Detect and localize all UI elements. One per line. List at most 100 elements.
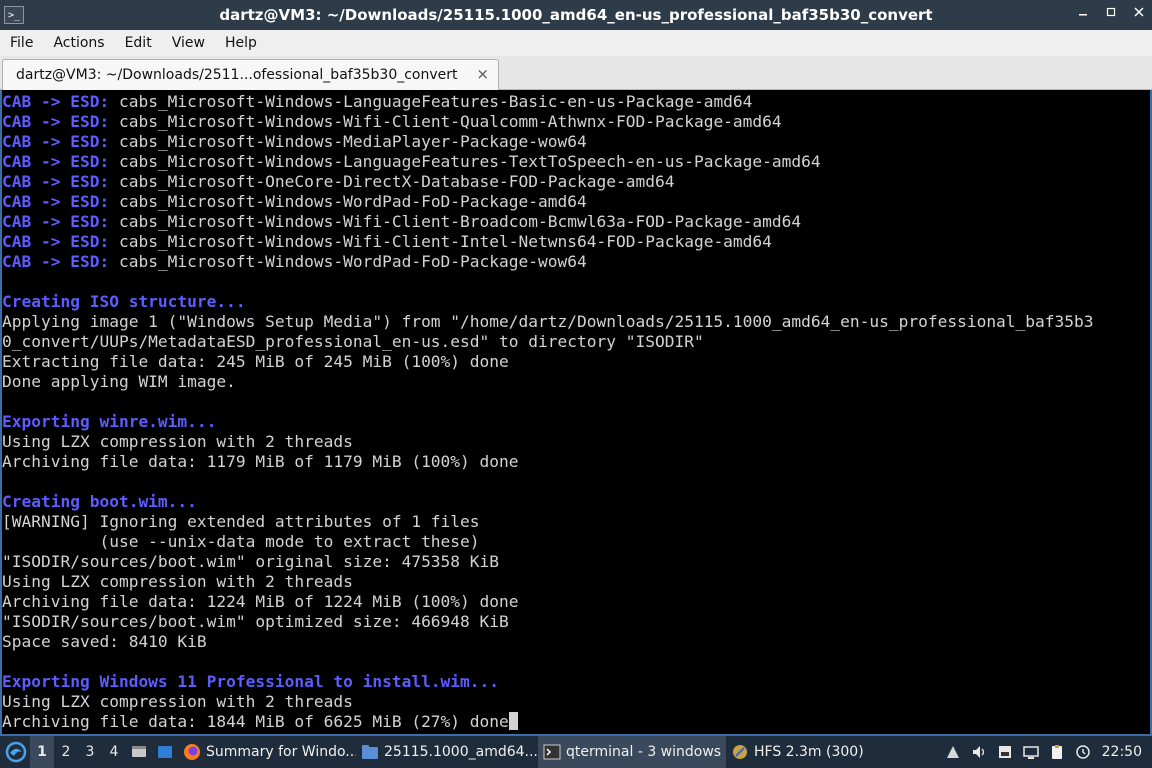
line-text: cabs_Microsoft-Windows-Wifi-Client-Intel… [118, 232, 772, 251]
section-heading: Exporting Windows 11 Professional to ins… [2, 672, 500, 691]
line-text: Archiving file data: 1179 MiB of 1179 Mi… [2, 452, 519, 471]
terminal-line: Archiving file data: 1179 MiB of 1179 Mi… [2, 452, 1094, 472]
show-desktop-icon [132, 746, 146, 757]
display-tray[interactable] [1018, 736, 1044, 768]
clipboard-icon [1051, 745, 1062, 759]
line-text: Archiving file data: 1844 MiB of 6625 Mi… [2, 712, 509, 731]
menu-help[interactable]: Help [215, 30, 267, 56]
maximize-button[interactable] [1104, 0, 1118, 30]
task-label: qterminal - 3 windows [566, 744, 722, 760]
line-prefix: CAB -> ESD: [2, 252, 119, 271]
terminal-line: Using LZX compression with 2 threads [2, 572, 1094, 592]
line-text: Space saved: 8410 KiB [2, 632, 207, 651]
menu-view[interactable]: View [162, 30, 215, 56]
minimize-button[interactable] [1076, 0, 1090, 30]
terminal-line: Exporting winre.wim... [2, 412, 1094, 432]
firefox-icon [184, 744, 200, 760]
terminal-line: Space saved: 8410 KiB [2, 632, 1094, 652]
show-desktop-button[interactable] [126, 736, 152, 768]
line-text: Applying image 1 ("Windows Setup Media")… [2, 312, 1094, 331]
workspace-3[interactable]: 3 [78, 736, 102, 768]
task-firefox[interactable]: Summary for Windo... [178, 736, 356, 768]
line-text: cabs_Microsoft-OneCore-DirectX-Database-… [118, 172, 675, 191]
max-icon [1106, 7, 1116, 17]
taskbar: 1 2 3 4 Summary for Windo... 25115.1000_… [0, 736, 1152, 768]
title-bar[interactable]: >_ dartz@VM3: ~/Downloads/25115.1000_amd… [0, 0, 1152, 30]
line-text: cabs_Microsoft-Windows-LanguageFeatures-… [118, 92, 753, 111]
line-text: 0_convert/UUPs/MetadataESD_professional_… [2, 332, 704, 351]
line-prefix: CAB -> ESD: [2, 192, 119, 211]
task-label: HFS 2.3m (300) [754, 744, 864, 760]
section-heading: Creating boot.wim... [2, 492, 197, 511]
close-icon [1134, 7, 1144, 17]
terminal-line: CAB -> ESD: cabs_Microsoft-Windows-Wifi-… [2, 112, 1094, 132]
task-file-manager[interactable]: 25115.1000_amd64... [356, 736, 538, 768]
terminal-line: Exporting Windows 11 Professional to ins… [2, 672, 1094, 692]
workspace-2[interactable]: 2 [54, 736, 78, 768]
terminal-line: 0_convert/UUPs/MetadataESD_professional_… [2, 332, 1094, 352]
workspace-1[interactable]: 1 [30, 736, 54, 768]
terminal-line: Done applying WIM image. [2, 372, 1094, 392]
terminal-line: "ISODIR/sources/boot.wim" optimized size… [2, 612, 1094, 632]
line-prefix: CAB -> ESD: [2, 152, 119, 171]
workspace-4[interactable]: 4 [102, 736, 126, 768]
line-text: "ISODIR/sources/boot.wim" original size:… [2, 552, 500, 571]
volume-icon [972, 746, 984, 758]
file-manager-launcher[interactable] [152, 736, 178, 768]
line-prefix: CAB -> ESD: [2, 92, 119, 111]
terminal-output: CAB -> ESD: cabs_Microsoft-Windows-Langu… [2, 92, 1094, 732]
terminal-line: Creating ISO structure... [2, 292, 1094, 312]
window-title: dartz@VM3: ~/Downloads/25115.1000_amd64_… [219, 6, 933, 24]
clipboard-tray[interactable] [1044, 736, 1070, 768]
update-tray[interactable] [1070, 736, 1096, 768]
menu-file[interactable]: File [0, 30, 43, 56]
line-text: cabs_Microsoft-Windows-LanguageFeatures-… [118, 152, 821, 171]
folder-icon [362, 745, 378, 759]
terminal-line: CAB -> ESD: cabs_Microsoft-Windows-WordP… [2, 252, 1094, 272]
terminal-line: Archiving file data: 1844 MiB of 6625 Mi… [2, 712, 1094, 732]
line-text: Using LZX compression with 2 threads [2, 432, 353, 451]
terminal-scrollbar[interactable] [1146, 90, 1150, 734]
terminal-tab[interactable]: dartz@VM3: ~/Downloads/2511...ofessional… [2, 59, 499, 90]
start-menu-button[interactable] [2, 738, 30, 766]
section-heading: Exporting winre.wim... [2, 412, 217, 431]
terminal-line: Applying image 1 ("Windows Setup Media")… [2, 312, 1094, 332]
menu-edit[interactable]: Edit [115, 30, 162, 56]
terminal-line: CAB -> ESD: cabs_Microsoft-Windows-Media… [2, 132, 1094, 152]
line-text: cabs_Microsoft-Windows-WordPad-FoD-Packa… [118, 192, 587, 211]
network-tray[interactable] [940, 736, 966, 768]
line-text: Done applying WIM image. [2, 372, 236, 391]
section-heading: Creating ISO structure... [2, 292, 246, 311]
line-text: Archiving file data: 1224 MiB of 1224 Mi… [2, 592, 519, 611]
task-label: Summary for Windo... [206, 744, 356, 760]
line-prefix: CAB -> ESD: [2, 232, 119, 251]
hfs-icon [733, 745, 747, 759]
terminal-line: Using LZX compression with 2 threads [2, 692, 1094, 712]
volume-tray[interactable] [966, 736, 992, 768]
task-hfs[interactable]: HFS 2.3m (300) [726, 736, 866, 768]
terminal-app-icon: >_ [4, 6, 24, 24]
tab-close-icon[interactable]: × [476, 65, 489, 83]
hfs-tray[interactable] [992, 736, 1018, 768]
terminal-line: Archiving file data: 1224 MiB of 1224 Mi… [2, 592, 1094, 612]
clock[interactable]: 22:50 [1096, 744, 1152, 760]
task-label: 25115.1000_amd64... [384, 744, 538, 760]
line-text: cabs_Microsoft-Windows-Wifi-Client-Qualc… [118, 112, 782, 131]
line-text: cabs_Microsoft-Windows-MediaPlayer-Packa… [118, 132, 587, 151]
text-cursor [508, 712, 518, 730]
line-text: Using LZX compression with 2 threads [2, 692, 353, 711]
terminal-view[interactable]: CAB -> ESD: cabs_Microsoft-Windows-Langu… [0, 90, 1152, 736]
line-prefix: CAB -> ESD: [2, 212, 119, 231]
terminal-icon [543, 744, 561, 760]
task-qterminal[interactable]: qterminal - 3 windows [538, 736, 726, 768]
line-text: "ISODIR/sources/boot.wim" optimized size… [2, 612, 509, 631]
terminal-line: (use --unix-data mode to extract these) [2, 532, 1094, 552]
terminal-line: [WARNING] Ignoring extended attributes o… [2, 512, 1094, 532]
tab-label: dartz@VM3: ~/Downloads/2511...ofessional… [16, 67, 458, 83]
close-button[interactable] [1132, 0, 1146, 30]
menu-actions[interactable]: Actions [43, 30, 114, 56]
terminal-line: Creating boot.wim... [2, 492, 1094, 512]
terminal-line: CAB -> ESD: cabs_Microsoft-Windows-Langu… [2, 92, 1094, 112]
